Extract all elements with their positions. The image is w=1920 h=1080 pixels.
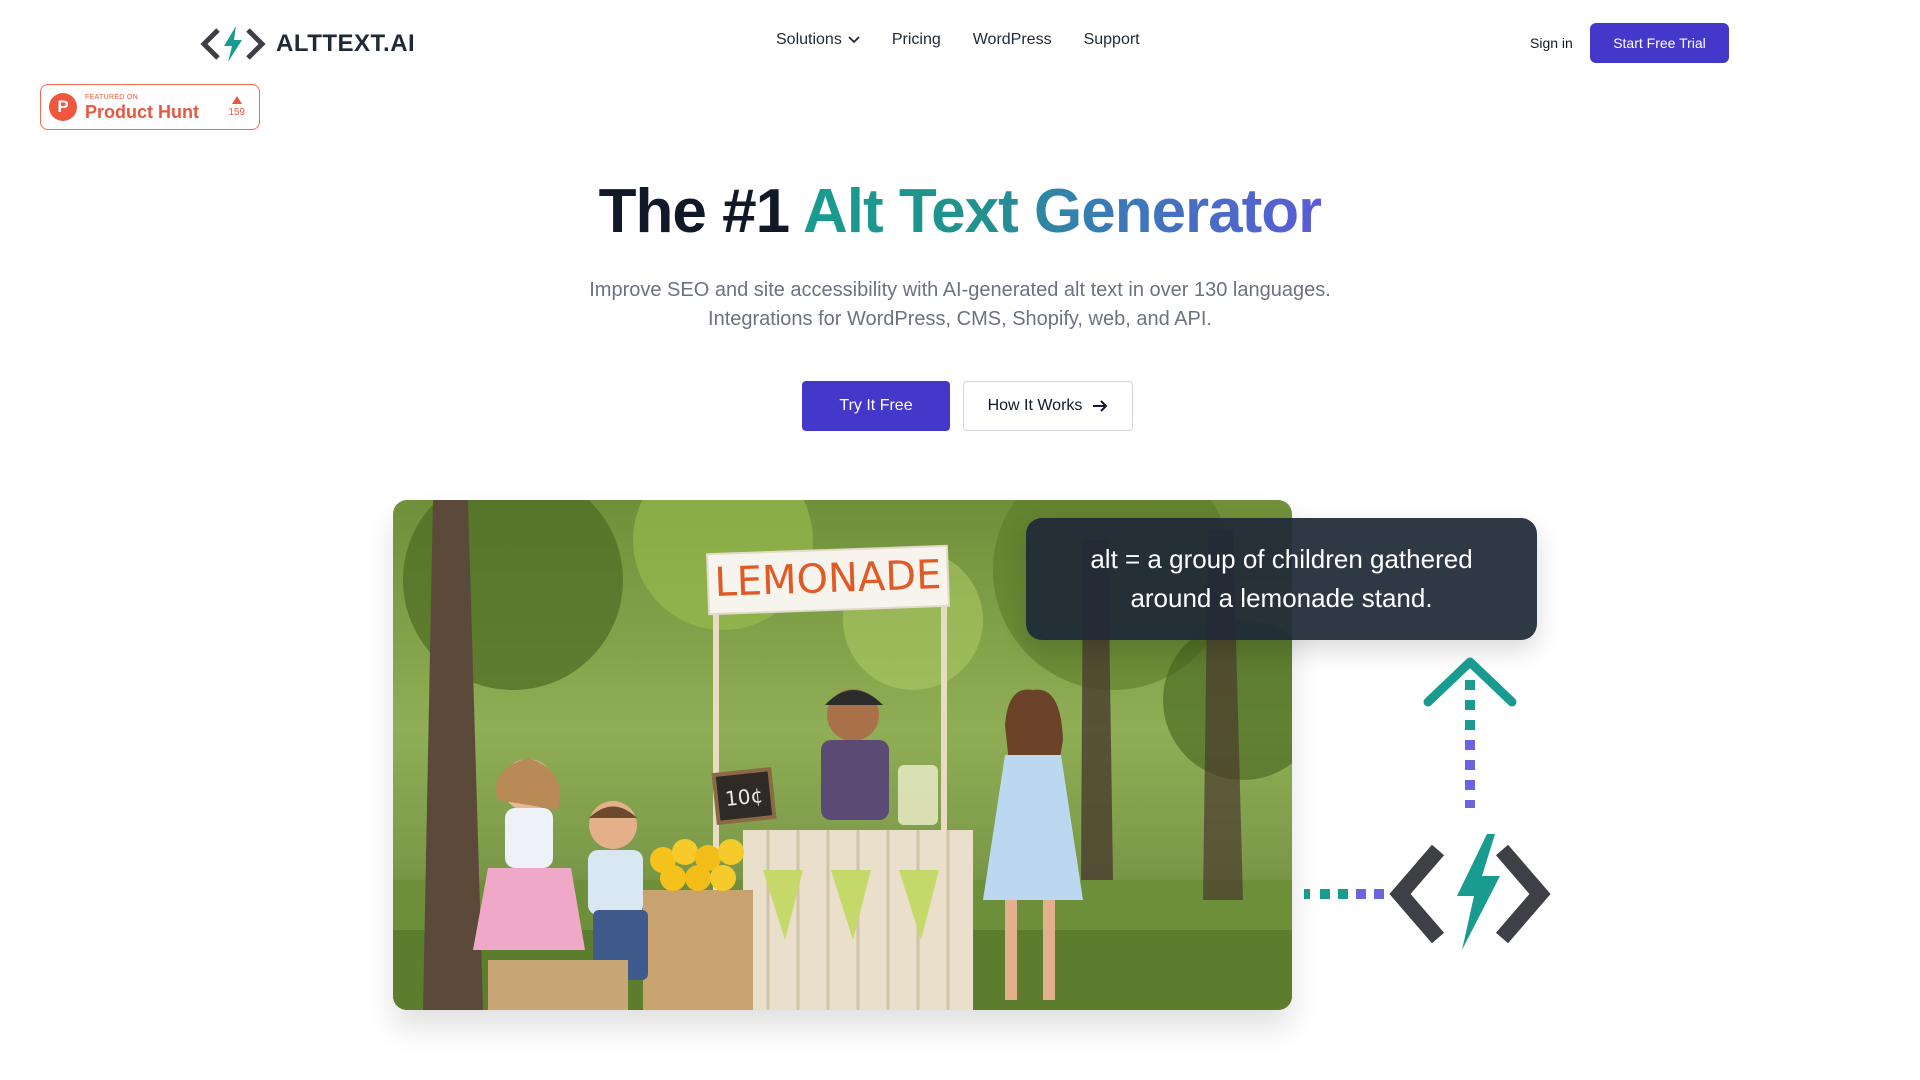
upvote-icon [231,96,242,104]
product-hunt-icon: P [49,93,77,121]
product-hunt-featured: FEATURED ON [85,93,138,101]
product-hunt-text: FEATURED ON Product Hunt [85,94,199,121]
nav-solutions-label: Solutions [776,31,842,48]
product-hunt-name: Product Hunt [85,101,199,122]
nav-wordpress-label: WordPress [972,31,1052,48]
nav-pricing[interactable]: Pricing [892,31,941,49]
code-bolt-icon [1304,657,1551,950]
hero-subtitle: Improve SEO and site accessibility with … [0,276,1920,334]
start-free-trial-button[interactable]: Start Free Trial [1590,23,1729,63]
nav-wordpress[interactable]: WordPress [973,31,1052,49]
page-title: The #1 Alt Text Generator [0,176,1920,247]
how-it-works-label: How It Works [987,397,1083,414]
nav-support-label: Support [1083,31,1140,48]
nav-support[interactable]: Support [1084,31,1140,49]
hero-subtitle-line-1: Improve SEO and site accessibility with … [589,279,1331,301]
product-hunt-badge[interactable]: P FEATURED ON Product Hunt 159 [40,84,260,130]
try-it-free-button[interactable]: Try It Free [802,381,950,431]
product-hunt-icon-letter: P [57,97,69,116]
price-board: 10¢ [724,783,764,811]
main-nav: Solutions Pricing WordPress Support [776,31,1140,49]
product-hunt-votes: 159 [228,96,245,118]
hero-subtitle-line-2: Integrations for WordPress, CMS, Shopify… [708,308,1212,330]
how-it-works-button[interactable]: How It Works [963,381,1133,431]
stand-sign: LEMONADE [714,552,942,606]
logo[interactable]: ALTTEXT.AI [200,24,415,64]
page-title-plain: The #1 [598,177,804,246]
product-hunt-vote-count: 159 [228,107,245,118]
arrow-right-icon [1093,400,1108,412]
alt-text-card: alt = a group of children gathered aroun… [1026,518,1537,640]
sign-in-link[interactable]: Sign in [1530,35,1573,51]
nav-pricing-label: Pricing [891,31,941,48]
chevron-down-icon [848,36,860,44]
page-title-highlight: Alt Text Generator [803,177,1322,246]
nav-solutions[interactable]: Solutions [776,31,860,49]
logo-text: ALTTEXT.AI [276,30,416,57]
logo-icon [200,26,266,62]
